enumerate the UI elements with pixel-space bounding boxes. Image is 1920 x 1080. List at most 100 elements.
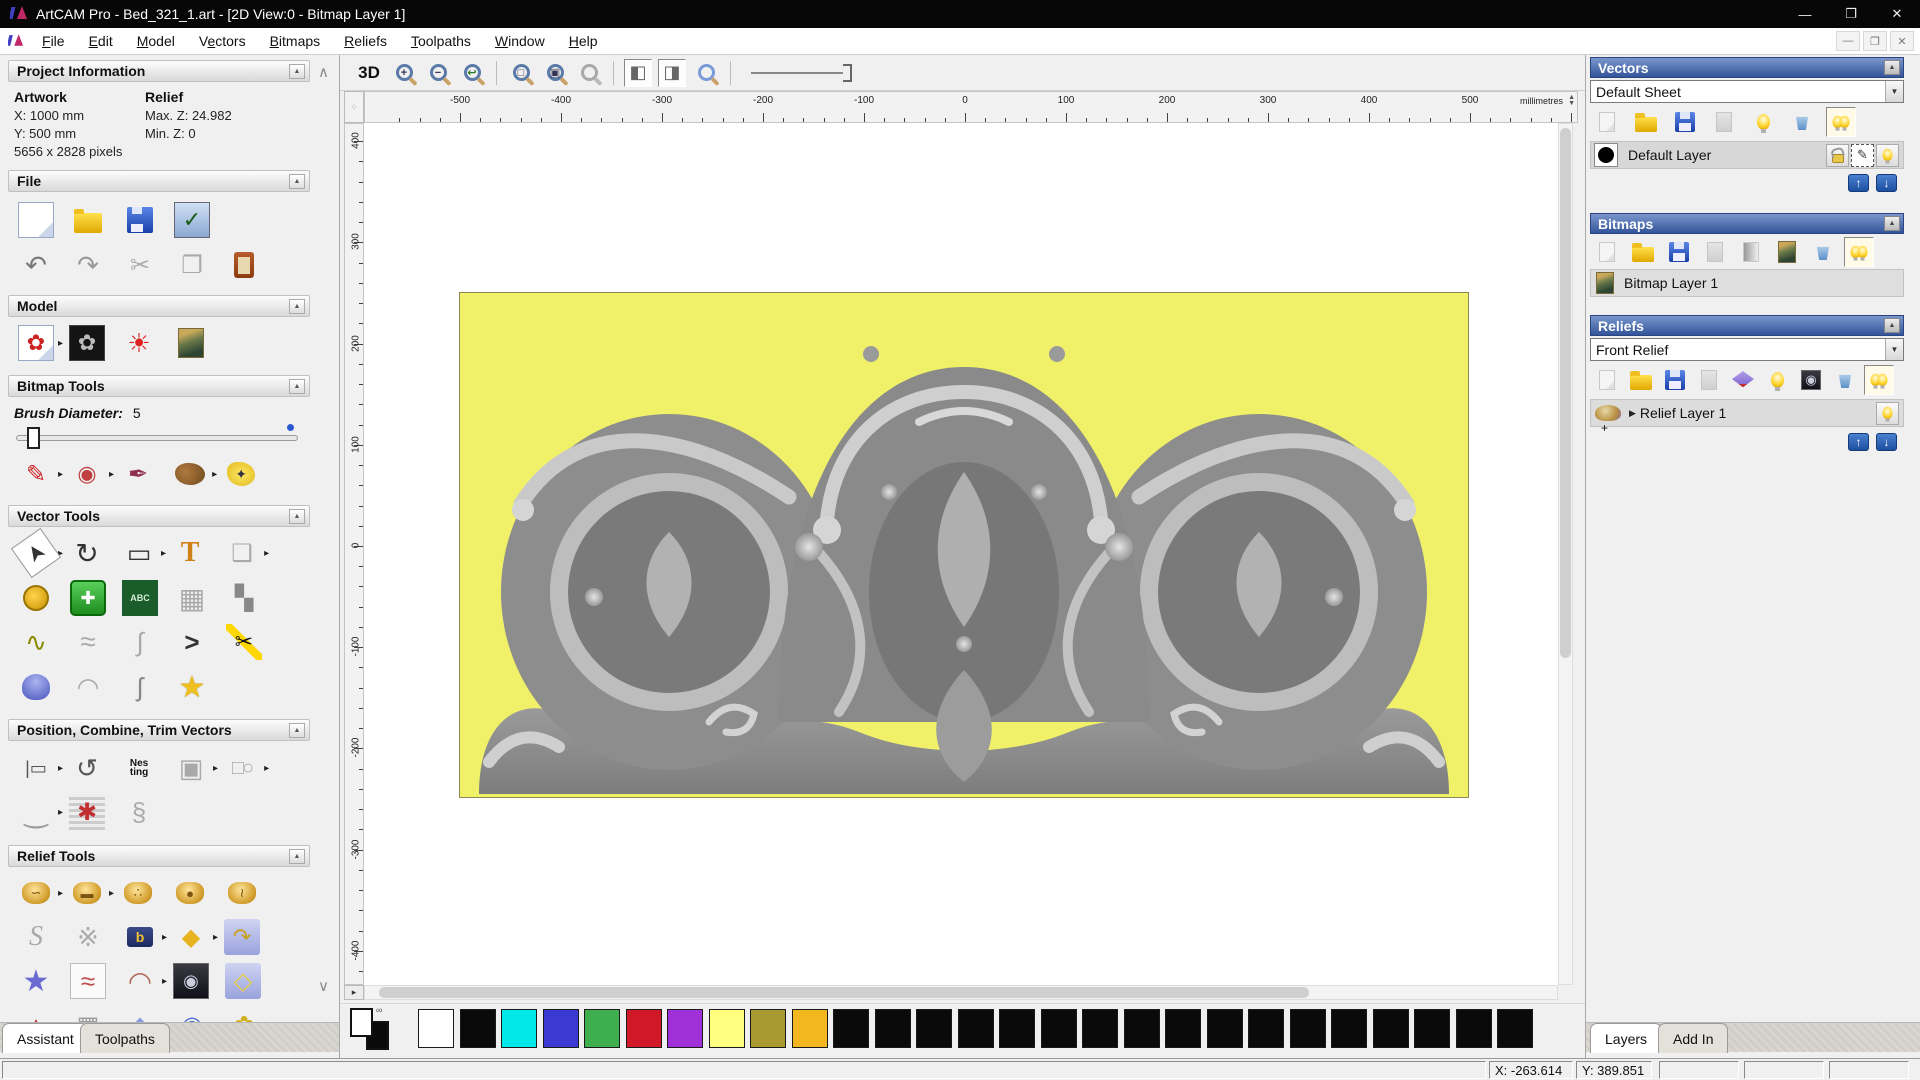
sculpt-icon[interactable]: ∽ [18,875,54,911]
open-model-icon[interactable] [70,202,106,238]
primary-color-chip[interactable] [350,1008,373,1037]
palette-swatch[interactable] [501,1009,537,1048]
vertical-scrollbar-thumb[interactable] [1560,128,1571,658]
model-preferences-icon[interactable]: ✓ [174,202,210,238]
contrast-slider[interactable] [751,61,861,85]
create-snapped-vector-icon[interactable]: ✚ [70,580,106,616]
all-bitmaps-visible-button[interactable] [1844,237,1874,267]
flyout-arrow[interactable]: ▸ [58,807,63,818]
new-vector-layer-button[interactable] [1592,107,1622,137]
palette-swatch[interactable] [1497,1009,1533,1048]
new-bitmap-layer-button[interactable] [1592,237,1622,267]
flyout-arrow[interactable]: ▸ [58,888,63,899]
slider-thumb[interactable] [843,63,852,82]
snap-layer-button[interactable]: ✎ [1851,143,1874,167]
palette-icon[interactable] [172,456,208,492]
dome-relief-icon[interactable]: ◠ [122,963,158,999]
relief-side-dropdown[interactable]: Front Relief ▼ [1590,338,1904,361]
panel-scroll-down-icon[interactable]: ∨ [318,977,329,995]
vector-text-library-icon[interactable]: ABC [122,580,158,616]
flyout-arrow[interactable]: ▸ [162,932,167,943]
texture-relief-icon[interactable] [173,325,209,361]
flyout-arrow[interactable]: ▸ [162,976,167,987]
emboss-wizard-icon[interactable]: b [122,919,158,955]
transform-vectors-icon[interactable]: ↻ [69,535,105,571]
minimize-button[interactable]: — [1782,0,1828,28]
ruler-corner[interactable]: ⁘ [344,91,364,123]
weave-wizard-icon[interactable]: ※ [70,919,106,955]
palette-swatch[interactable] [916,1009,952,1048]
toggle-vector-visibility-button[interactable]: ◨ [658,58,686,87]
flyout-arrow[interactable]: ▸ [161,548,166,559]
collapse-icon[interactable]: ▲ [289,509,305,524]
merge-bitmap-layers-button[interactable] [1700,237,1730,267]
bitmap-layer-row[interactable]: Bitmap Layer 1 [1590,269,1904,297]
interlock-vectors-icon[interactable]: § [121,794,157,830]
texture-stamp-icon[interactable]: ✱ [69,794,106,830]
paint-icon[interactable]: ✎ [18,456,54,492]
palette-swatch[interactable] [1040,1009,1077,1048]
menu-file[interactable]: File [30,29,77,53]
wrap-text-icon[interactable]: ❑ [224,535,260,571]
zoom-in-button[interactable]: + [390,59,418,87]
zoom-objects-button[interactable] [575,59,603,87]
weld-vectors-icon[interactable]: □○ [224,750,260,786]
restore-button[interactable]: ❐ [1828,0,1874,28]
flyout-arrow[interactable]: ▸ [264,548,269,559]
zoom-previous-button[interactable]: ↩ [458,59,486,87]
bitmap-to-vector-icon[interactable]: ✦ [223,456,259,492]
zoom-out-button[interactable]: − [424,59,452,87]
palette-swatch[interactable] [667,1009,703,1048]
colour-picker-icon[interactable]: ✒ [120,456,156,492]
save-vector-layer-button[interactable] [1670,107,1700,137]
flyout-arrow[interactable]: ▸ [58,338,63,349]
new-model-icon[interactable] [18,202,54,238]
fillet-icon[interactable]: ◠ [70,669,106,705]
bitmap-properties-button[interactable] [1772,237,1802,267]
dropdown-arrow-icon[interactable]: ▼ [1885,81,1903,102]
save-bitmap-layer-button[interactable] [1664,237,1694,267]
palette-swatch[interactable] [1455,1009,1492,1048]
collapse-icon[interactable]: ▲ [289,174,305,189]
palette-swatch[interactable] [1165,1009,1201,1048]
flyout-arrow[interactable]: ▸ [109,888,114,899]
vector-sheet-dropdown[interactable]: Default Sheet ▼ [1590,80,1904,103]
palette-swatch[interactable] [1206,1009,1243,1048]
zero-plane-icon[interactable]: ◆ [173,919,209,955]
ruler-units-spinner[interactable]: ▲ ▼ [1568,94,1575,107]
delete-bitmap-layer-button[interactable] [1808,237,1838,267]
new-relief-layer-button[interactable] [1592,365,1622,395]
lighting-icon[interactable]: ☀ [121,325,157,361]
all-layers-visible-button[interactable] [1826,107,1856,137]
tab-assistant[interactable]: Assistant [2,1023,89,1053]
palette-swatch[interactable] [833,1009,869,1048]
flyout-arrow[interactable]: ▸ [264,763,269,774]
add-relief-icon[interactable]: ∴ [120,875,156,911]
dropdown-arrow-icon[interactable]: ▼ [1885,339,1903,360]
expand-arrow-icon[interactable]: ▶ [1629,408,1636,419]
create-rectangle-icon[interactable]: ▭ [121,535,157,571]
move-relief-up-button[interactable]: ↑ [1848,433,1869,451]
flyout-arrow[interactable]: ▸ [213,763,218,774]
menu-bitmaps[interactable]: Bitmaps [258,29,333,53]
palette-swatch[interactable] [791,1009,828,1048]
mdi-restore-button[interactable]: ❐ [1863,31,1887,51]
envelope-distort-icon[interactable]: ▦ [174,580,210,616]
trim-vectors-icon[interactable]: ✂ [226,624,262,660]
palette-swatch[interactable] [625,1009,662,1048]
mdi-close-button[interactable]: ✕ [1890,31,1914,51]
zoom-fit-button[interactable]: ▣ [541,59,569,87]
collapse-icon[interactable]: ▲ [1884,318,1900,333]
palette-swatch[interactable] [957,1009,994,1048]
merge-vector-layers-button[interactable] [1709,107,1739,137]
merge-relief-icon[interactable]: ≀ [224,875,260,911]
set-model-size-icon[interactable]: ✿ [18,325,54,361]
align-vectors-icon[interactable]: |▭ [18,750,54,786]
create-section-icon[interactable]: ʃ [122,669,158,705]
node-editing-icon[interactable]: ∿ [18,624,54,660]
nesting-icon[interactable]: Nes ting [121,750,157,786]
palette-swatch[interactable] [750,1009,786,1048]
layer-visibility-button[interactable] [1876,143,1899,167]
menu-window[interactable]: Window [483,29,557,53]
palette-swatch[interactable] [999,1009,1035,1048]
